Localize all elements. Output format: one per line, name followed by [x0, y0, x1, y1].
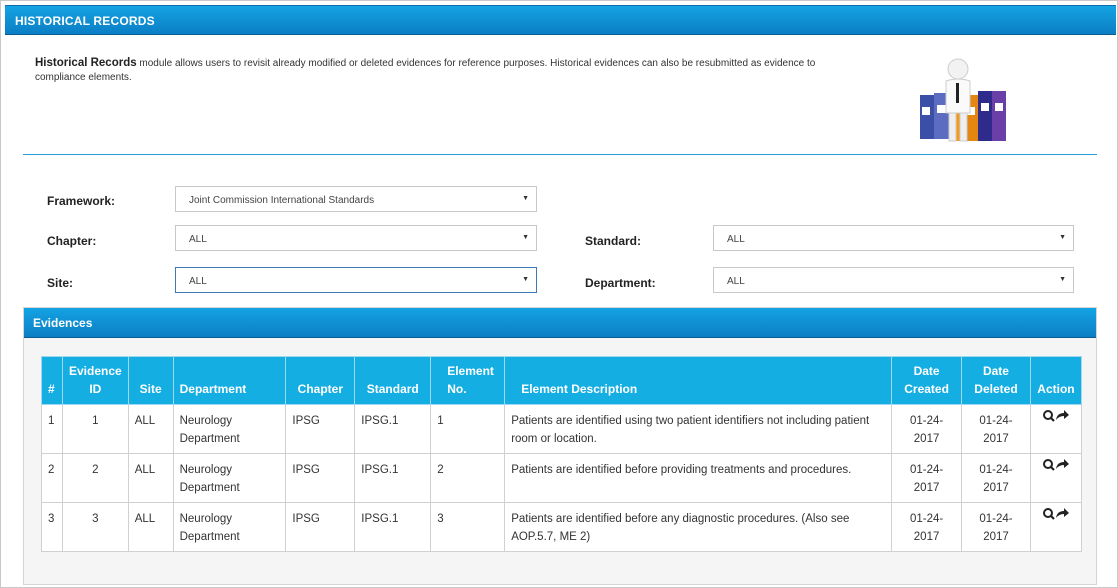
view-icon[interactable] — [1042, 507, 1070, 523]
cell-num: 1 — [41, 404, 63, 454]
cell-action — [1029, 404, 1083, 454]
framework-select[interactable]: Joint Commission International Standards… — [175, 186, 537, 212]
col-num[interactable]: # — [41, 356, 63, 405]
cell-date-deleted: 01-24-2017 — [961, 453, 1031, 503]
department-label: Department: — [585, 276, 656, 290]
cell-num: 3 — [41, 502, 63, 552]
col-date-created-line2: Created — [904, 382, 949, 396]
cell-date-created: 01-24-2017 — [891, 404, 963, 454]
department-select[interactable]: ALL ▼ — [713, 267, 1074, 293]
page-title: HISTORICAL RECORDS — [15, 14, 155, 28]
site-label: Site: — [47, 276, 74, 290]
cell-evidence-id: 2 — [61, 453, 129, 503]
col-site[interactable]: Site — [127, 356, 174, 405]
historical-records-panel: HISTORICAL RECORDS Historical Records mo… — [0, 0, 1118, 588]
site-value: ALL — [189, 276, 207, 287]
cell-chapter: IPSG — [285, 404, 356, 454]
cell-standard: IPSG.1 — [354, 502, 432, 552]
records-illustration-icon — [920, 58, 1006, 142]
cell-action — [1029, 502, 1083, 552]
table-row: 1 1 ALL Neurology Department IPSG IPSG.1… — [41, 404, 1083, 454]
view-icon[interactable] — [1042, 409, 1070, 425]
intro-bold: Historical Records — [35, 57, 137, 69]
cell-action — [1029, 453, 1083, 503]
cell-site: ALL — [127, 404, 174, 454]
col-element-no-line2: No. — [447, 382, 467, 396]
col-department[interactable]: Department — [172, 356, 287, 405]
cell-department: Neurology Department — [172, 453, 287, 503]
cell-element-no: 3 — [430, 502, 506, 552]
chapter-select[interactable]: ALL ▼ — [175, 225, 537, 251]
cell-evidence-id: 3 — [61, 502, 129, 552]
cell-element-description: Patients are identified using two patien… — [504, 404, 893, 454]
cell-standard: IPSG.1 — [354, 404, 432, 454]
cell-site: ALL — [127, 453, 174, 503]
chevron-down-icon: ▼ — [522, 234, 529, 241]
chevron-down-icon: ▼ — [1059, 234, 1066, 241]
cell-date-deleted: 01-24-2017 — [961, 502, 1031, 552]
col-evidence-id-line1: Evidence — [68, 364, 122, 378]
evidences-header: Evidences — [24, 308, 1096, 338]
col-element-no[interactable]: Element No. — [430, 356, 506, 405]
col-date-deleted-line1: Date — [982, 364, 1009, 378]
cell-date-created: 01-24-2017 — [891, 453, 963, 503]
intro-text: Historical Records module allows users t… — [35, 56, 835, 85]
cell-site: ALL — [127, 502, 174, 552]
col-standard[interactable]: Standard — [354, 356, 432, 405]
col-evidence-id-line2: ID — [89, 382, 102, 396]
resubmit-arrow-icon[interactable] — [1055, 459, 1069, 469]
col-chapter[interactable]: Chapter — [285, 356, 356, 405]
cell-element-description: Patients are identified before providing… — [504, 453, 893, 503]
cell-department: Neurology Department — [172, 502, 287, 552]
chevron-down-icon: ▼ — [522, 195, 529, 202]
page-title-bar: HISTORICAL RECORDS — [5, 5, 1116, 35]
table-row: 3 3 ALL Neurology Department IPSG IPSG.1… — [41, 502, 1083, 552]
intro-section: Historical Records module allows users t… — [23, 37, 1097, 155]
standard-value: ALL — [727, 234, 745, 245]
evidences-title: Evidences — [33, 316, 93, 330]
table-row: 2 2 ALL Neurology Department IPSG IPSG.1… — [41, 453, 1083, 503]
cell-date-deleted: 01-24-2017 — [961, 404, 1031, 454]
chevron-down-icon: ▼ — [1059, 276, 1066, 283]
intro-body: module allows users to revisit already m… — [35, 58, 816, 83]
cell-chapter: IPSG — [285, 502, 356, 552]
table-header-row: # Evidence ID Site Department Chapter Sta… — [41, 356, 1083, 405]
chapter-label: Chapter: — [47, 234, 97, 248]
standard-select[interactable]: ALL ▼ — [713, 225, 1074, 251]
department-value: ALL — [727, 276, 745, 287]
cell-chapter: IPSG — [285, 453, 356, 503]
framework-label: Framework: — [47, 194, 116, 208]
cell-element-no: 1 — [430, 404, 506, 454]
cell-num: 2 — [41, 453, 63, 503]
view-icon[interactable] — [1042, 458, 1070, 474]
cell-date-created: 01-24-2017 — [891, 502, 963, 552]
cell-evidence-id: 1 — [61, 404, 129, 454]
col-date-deleted[interactable]: Date Deleted — [961, 356, 1031, 405]
cell-element-description: Patients are identified before any diagn… — [504, 502, 893, 552]
cell-department: Neurology Department — [172, 404, 287, 454]
chapter-value: ALL — [189, 234, 207, 245]
chevron-down-icon: ▼ — [522, 276, 529, 283]
col-element-no-line1: Element — [447, 364, 494, 378]
resubmit-arrow-icon[interactable] — [1055, 508, 1069, 518]
col-date-deleted-line2: Deleted — [974, 382, 1018, 396]
site-select[interactable]: ALL ▼ — [175, 267, 537, 293]
col-element-description[interactable]: Element Description — [504, 356, 893, 405]
col-evidence-id[interactable]: Evidence ID — [61, 356, 129, 405]
evidences-table: # Evidence ID Site Department Chapter Sta… — [41, 356, 1083, 552]
standard-label: Standard: — [585, 234, 642, 248]
col-date-created[interactable]: Date Created — [891, 356, 963, 405]
framework-value: Joint Commission International Standards — [189, 195, 375, 206]
col-date-created-line1: Date — [913, 364, 940, 378]
col-action: Action — [1029, 356, 1083, 405]
cell-standard: IPSG.1 — [354, 453, 432, 503]
evidences-section: Evidences # Evidence ID Site Department C… — [23, 307, 1097, 585]
resubmit-arrow-icon[interactable] — [1055, 410, 1069, 420]
cell-element-no: 2 — [430, 453, 506, 503]
